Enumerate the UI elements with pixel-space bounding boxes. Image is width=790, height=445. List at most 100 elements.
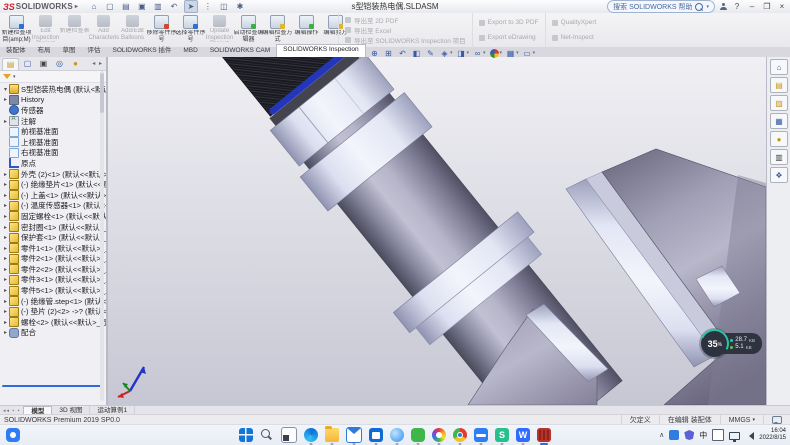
feature-tree-item[interactable]: ▸ 零件3<1> (默认<<默认>_显示状	[0, 275, 106, 286]
tree-expander-icon[interactable]: ▸	[2, 171, 9, 178]
tree-expander-icon[interactable]: ▸	[2, 245, 9, 252]
ribbon-button[interactable]: 启动检查编辑器	[234, 13, 263, 47]
export-menu-item[interactable]: 导出至 2D PDF	[345, 15, 466, 25]
display-pane-icon[interactable]: ◫	[218, 1, 230, 12]
feature-tree-item[interactable]: 前视基准面	[0, 126, 106, 137]
ribbon-button[interactable]: 移除零件序号	[147, 13, 176, 47]
feature-tree-item[interactable]: ▸ (-) 垫片 (2)<2> ->? (默认<<默认>	[0, 306, 106, 317]
filter-caret-icon[interactable]: ▾	[13, 74, 16, 80]
file-explorer-icon[interactable]	[325, 428, 339, 442]
volume-icon[interactable]	[745, 432, 754, 440]
hud-dropdown-caret[interactable]: ▾	[516, 50, 519, 56]
displaymanager-tab[interactable]: ●	[68, 58, 83, 69]
feature-tree-item[interactable]: ▸ 外壳 (2)<1> (默认<<默认>_显示状	[0, 169, 106, 180]
rollback-bar[interactable]	[2, 385, 104, 387]
feature-tree-item[interactable]: ▸ 配合	[0, 328, 106, 339]
ribbon-button[interactable]: 编辑操作	[292, 13, 321, 47]
export-menu-item[interactable]: QualityXpert	[552, 19, 597, 26]
tree-expander-icon[interactable]: ▸	[2, 224, 9, 231]
taskbar-clock[interactable]: 16:04 2022/8/15	[759, 428, 786, 442]
speed-monitor-badge[interactable]: 35 % 28.7 KB 5.1 KB	[701, 330, 762, 357]
task-view-icon[interactable]	[281, 427, 297, 443]
hud-dropdown-caret[interactable]: ▾	[533, 50, 536, 56]
feature-tree-item[interactable]: ▸ 密封圈<1> (默认<<默认>_显示状	[0, 222, 106, 233]
panel-tab-arrows[interactable]: ◂ ▸	[92, 60, 103, 67]
tree-expander-icon[interactable]: ▾	[2, 86, 9, 93]
tree-expander-icon[interactable]: ▸	[2, 298, 9, 305]
widget-icon[interactable]	[6, 428, 20, 442]
hud-dropdown-caret[interactable]: ▾	[450, 50, 453, 56]
ribbon-button[interactable]: Add Characteristic	[89, 13, 118, 47]
feature-tree-item[interactable]: ▸ 零件2<2> (默认<<默认>_显示状	[0, 264, 106, 275]
browser-pinwheel-icon[interactable]	[432, 428, 446, 442]
tree-expander-icon[interactable]: ▸	[2, 213, 9, 220]
search-dropdown-icon[interactable]: ▾	[706, 4, 709, 10]
feature-tree-item[interactable]: ▾ S型铠装热电偶 (默认<默认_显示状态-1	[0, 84, 106, 95]
tree-expander-icon[interactable]: ▸	[2, 287, 9, 294]
store-icon[interactable]	[369, 428, 383, 442]
ribbon-button[interactable]: 选择零件序号	[176, 13, 205, 47]
ime-keyboard-icon[interactable]	[712, 429, 724, 441]
login-person-icon[interactable]	[720, 3, 727, 10]
hud-dropdown-caret[interactable]: ▾	[500, 50, 503, 56]
ribbon-tab[interactable]: SOLIDWORKS 插件	[107, 46, 178, 57]
hud-icon[interactable]: ⊕	[368, 47, 381, 59]
feature-tree-item[interactable]: ▸ 固定螺栓<1> (默认<<默认>_显示	[0, 211, 106, 222]
new-document-icon[interactable]: ▢	[104, 1, 116, 12]
ribbon-button[interactable]: 新建检查表	[60, 13, 89, 47]
undo-icon[interactable]: ↶	[168, 1, 180, 12]
feature-tree-item[interactable]: 上视基准面	[0, 137, 106, 148]
file-explorer-icon[interactable]: ▨	[770, 95, 788, 111]
export-menu-item[interactable]: Export eDrawing	[479, 34, 539, 41]
home-icon[interactable]: ⌂	[88, 1, 100, 12]
feature-tree-item[interactable]: ▸ (-) 绝缘管.step<1> (默认<<默认>_	[0, 296, 106, 307]
feature-tree-item[interactable]: ▸ 零件5<1> (默认<<默认>_显示状	[0, 285, 106, 296]
tree-expander-icon[interactable]: ▸	[2, 308, 9, 315]
ribbon-tab[interactable]: MBD	[177, 46, 203, 57]
export-menu-item[interactable]: 导出至 Excel	[345, 25, 466, 35]
design-library-icon[interactable]: ▤	[770, 77, 788, 93]
feature-tree-item[interactable]: ▸ (-) 绝缘垫片<1> (默认<<默认>_显	[0, 179, 106, 190]
hud-icon[interactable]: ↶	[396, 47, 409, 59]
wps-icon[interactable]: W	[516, 428, 530, 442]
tree-expander-icon[interactable]: ▸	[2, 234, 9, 241]
restore-button[interactable]: ❒	[762, 2, 772, 11]
feature-tree-item[interactable]: 原点	[0, 158, 106, 169]
configurationmanager-tab[interactable]: ▣	[36, 58, 51, 69]
appearances-scenes-icon[interactable]: ●	[770, 131, 788, 147]
ribbon-tab[interactable]: 评估	[82, 46, 107, 57]
featuremanager-tab[interactable]: ▤	[2, 58, 19, 70]
tree-expander-icon[interactable]: ▸	[2, 181, 9, 188]
feature-tree-item[interactable]: ▸ 注解	[0, 116, 106, 127]
export-menu-item[interactable]: Export to 3D PDF	[479, 19, 539, 26]
print-icon[interactable]: ▥	[152, 1, 164, 12]
ribbon-button[interactable]: Add/Edit Balloons	[118, 13, 147, 47]
hud-dropdown-caret[interactable]: ▾	[483, 50, 486, 56]
feature-tree-item[interactable]: 右视基准面	[0, 148, 106, 159]
hud-icon[interactable]: ◧	[410, 47, 423, 59]
search-icon[interactable]	[260, 428, 274, 442]
logo-flyout-arrow-icon[interactable]: ▸	[75, 3, 78, 10]
options-gear-icon[interactable]: ✱	[234, 1, 246, 12]
select-cursor-icon[interactable]: ➤	[184, 0, 198, 13]
feature-tree-item[interactable]: 传感器	[0, 105, 106, 116]
solidworks-resources-icon[interactable]: ⌂	[770, 59, 788, 75]
percent-circle[interactable]: 35 %	[701, 330, 728, 357]
tree-expander-icon[interactable]: ▸	[2, 192, 9, 199]
tray-overflow-chevron-icon[interactable]: ∧	[659, 431, 664, 439]
ribbon-tab[interactable]: 草图	[57, 46, 82, 57]
windows-start-icon[interactable]	[239, 428, 253, 442]
tree-expander-icon[interactable]: ▸	[2, 276, 9, 283]
cloud-sync-icon[interactable]	[669, 430, 679, 440]
save-icon[interactable]: ▣	[136, 1, 148, 12]
help-button[interactable]: ?	[732, 2, 742, 11]
ribbon-button[interactable]: 编辑检查方式	[263, 13, 292, 47]
solidworks-app-icon[interactable]	[537, 428, 551, 442]
hud-icon[interactable]: ⊞	[382, 47, 395, 59]
dimxpertmanager-tab[interactable]: ◎	[52, 58, 67, 69]
close-button[interactable]: ×	[777, 2, 787, 11]
hud-icon[interactable]: ✎	[424, 47, 437, 59]
feature-tree-item[interactable]: ▸ (-) 温度传感器<1> (默认<<默认>_	[0, 201, 106, 212]
ribbon-button[interactable]: Edit Inspection Project	[31, 13, 60, 47]
ribbon-button[interactable]: Update Inspection Project	[205, 13, 234, 47]
